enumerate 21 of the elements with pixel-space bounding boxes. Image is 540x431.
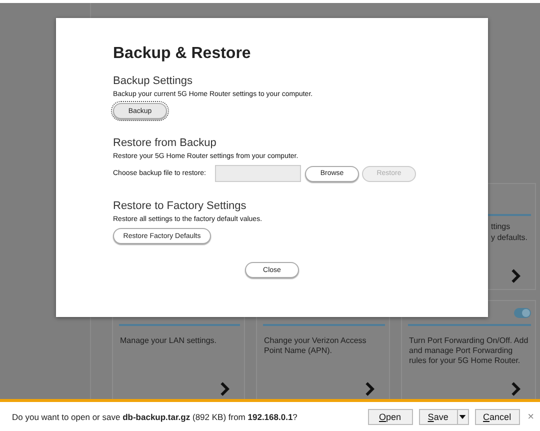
chevron-icon[interactable] — [365, 382, 375, 396]
download-message: Do you want to open or save db-backup.tar.gz (892 KB) from 192.168.0.1? — [12, 412, 298, 422]
chevron-icon[interactable] — [511, 269, 521, 283]
chevron-icon[interactable] — [220, 382, 230, 396]
section-heading: Backup Settings — [113, 75, 194, 87]
dialog-title: Backup & Restore — [113, 45, 252, 63]
chevron-icon[interactable] — [511, 382, 521, 396]
download-button[interactable]: Cancel — [474, 408, 520, 424]
section-heading: Restore from Backup — [113, 137, 218, 149]
card-description: ttings — [491, 221, 512, 232]
card-description: Change your Verizon Access Point Name (APN). — [263, 335, 368, 356]
file-field[interactable] — [215, 165, 301, 182]
card-description: Manage your LAN settings. — [119, 335, 218, 346]
download-button[interactable]: Open — [368, 408, 413, 424]
dropdown-arrow-icon[interactable] — [456, 410, 468, 424]
card-description: y defaults. — [491, 232, 528, 243]
section-heading: Restore to Factory Settings — [113, 200, 248, 212]
toggle-switch[interactable] — [514, 308, 531, 318]
card-description: Turn Port Forwarding On/Off. Add and manage Port Forwarding rules for your 5G Home Router. — [408, 335, 530, 366]
close-icon[interactable]: × — [528, 410, 534, 422]
save-button[interactable]: Save — [418, 408, 469, 424]
